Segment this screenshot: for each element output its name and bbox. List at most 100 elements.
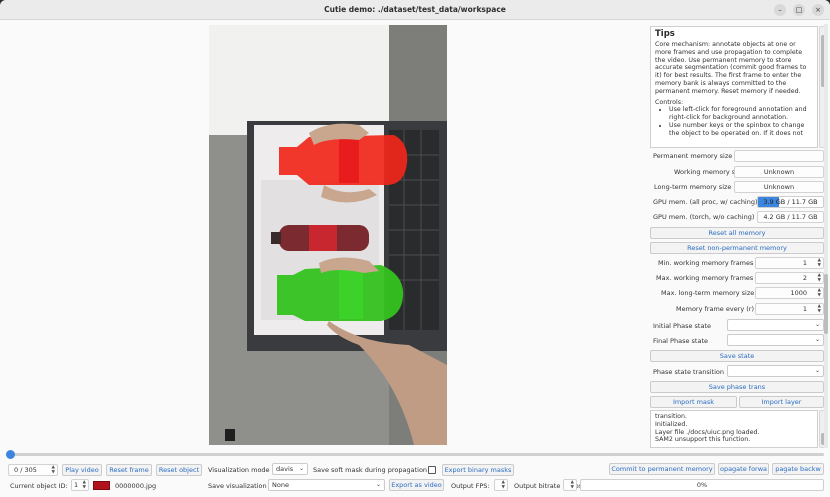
video-canvas[interactable] [209,25,447,445]
memory-every-label: Memory frame every (r) [676,305,755,313]
log-line: SAM2 unsupport this function. [655,436,751,444]
chevron-down-icon: ⌄ [375,481,381,488]
panel-scroll-thumb[interactable] [824,274,828,334]
log-line: transition. [655,413,688,420]
min-working-label: Min. working memory frames [658,259,754,267]
maximize-button[interactable]: □ [793,4,805,16]
reset-object-button[interactable]: Reset object [156,464,202,476]
gpu-all-progress: 3.9 GB / 11.7 GB [757,196,824,208]
reset-all-memory-button[interactable]: Reset all memory [650,227,824,239]
tips-controls-list: Use left-click for foreground annotation… [669,106,813,137]
phase-transition-label: Phase state transition [653,368,724,376]
console-log[interactable]: transition. Initialized. Layer file ./do… [650,410,818,448]
log-line: Initialized. [655,420,688,428]
tips-panel[interactable]: Tips Core mechanism: annotate objects at… [650,26,818,148]
visualization-mode-label: Visualization mode [208,466,270,474]
chevron-down-icon: ⌄ [814,321,820,328]
output-fps-spinbox[interactable]: ▲ ▼ [494,479,508,491]
initial-phase-label: Initial Phase state [653,322,711,330]
max-working-spinbox[interactable]: 2 ▲ ▼ [755,272,824,284]
commit-permanent-memory-button[interactable]: Commit to permanent memory [609,463,715,475]
play-video-button[interactable]: Play video [62,464,102,476]
close-button[interactable]: × [812,4,824,16]
initial-phase-select[interactable]: ⌄ [727,319,824,331]
tips-controls-label: Controls: [655,98,684,106]
tips-control-item: Use left-click for foreground annotation… [669,106,813,122]
object-color-swatch [93,481,110,490]
max-working-label: Max. working memory frames [656,274,754,282]
export-progress-bar: 0% [580,479,824,491]
reset-frame-button[interactable]: Reset frame [106,464,152,476]
chevron-down-icon: ⌄ [298,465,304,472]
reset-nonpermanent-memory-button[interactable]: Reset non-permanent memory [650,242,824,254]
min-working-value: 1 [802,259,807,267]
frame-counter: 0 / 305 [14,466,37,474]
panel-scrollbar[interactable] [824,24,828,448]
visualization-mode-value: davis [276,465,294,473]
window-controls: – □ × [774,4,824,16]
save-soft-mask-checkbox[interactable] [428,466,436,474]
tips-control-item: Use number keys or the spinbox to change… [669,122,813,138]
permanent-memory-value [734,150,824,162]
video-frame-image [209,25,447,445]
final-phase-select[interactable]: ⌄ [727,334,824,346]
gpu-all-value: 3.9 GB / 11.7 GB [763,198,818,206]
import-layer-button[interactable]: Import layer [739,396,824,408]
export-binary-masks-button[interactable]: Export binary masks [442,464,514,476]
export-video-button[interactable]: Export as video [389,479,444,491]
min-working-spinbox[interactable]: 1 ▲ ▼ [755,257,824,269]
gpu-torch-label: GPU mem. (torch, w/o caching) [653,213,755,221]
gpu-all-label: GPU mem. (all proc, w/ caching) [653,198,758,206]
timeline-slider-handle[interactable] [6,450,15,459]
window-title: Cutie demo: ./dataset/test_data/workspac… [324,5,506,14]
title-bar: Cutie demo: ./dataset/test_data/workspac… [0,0,830,20]
longterm-memory-value: Unknown [734,181,824,193]
max-longterm-value: 1000 [790,289,807,297]
memory-every-spinbox[interactable]: 1 ▲ ▼ [755,303,824,315]
chevron-down-icon: ⌄ [814,367,820,374]
current-object-label: Current object ID: [10,482,68,490]
output-fps-label: Output FPS: [451,482,490,490]
memory-every-value: 1 [802,305,807,313]
spin-arrows-icon[interactable]: ▲ ▼ [571,480,574,490]
propagate-backward-button[interactable]: pagate backw [772,463,824,475]
spin-arrows-icon[interactable]: ▲ ▼ [818,304,821,314]
longterm-memory-label: Long-term memory size [654,183,732,191]
save-state-button[interactable]: Save state [650,350,824,362]
timeline-slider[interactable] [8,453,824,456]
current-object-value: 1 [74,481,79,489]
output-bitrate-spinbox[interactable]: ▲ ▼ [563,479,577,491]
save-soft-mask-label: Save soft mask during propagation [313,466,428,474]
permanent-memory-label: Permanent memory size [653,152,733,160]
save-phase-trans-button[interactable]: Save phase trans [650,381,824,393]
save-visualization-label: Save visualization [208,482,267,490]
spin-arrows-icon[interactable]: ▲ ▼ [818,288,821,298]
working-memory-value: Unknown [734,166,824,178]
import-mask-button[interactable]: Import mask [650,396,737,408]
tips-paragraph: Core mechanism: annotate objects at one … [655,41,807,95]
gpu-torch-value: 4.2 GB / 11.7 GB [757,211,824,223]
frame-counter-spinbox[interactable]: 0 / 305 ▲ ▼ [8,464,58,476]
spin-arrows-icon[interactable]: ▲ ▼ [52,465,55,475]
spin-arrows-icon[interactable]: ▲ ▼ [818,273,821,283]
save-visualization-select[interactable]: None ⌄ [268,479,385,491]
app-window: Cutie demo: ./dataset/test_data/workspac… [0,0,830,497]
max-longterm-spinbox[interactable]: 1000 ▲ ▼ [755,287,824,299]
log-line: Layer file ./docs/uiuc.png loaded. [655,428,760,436]
visualization-mode-select[interactable]: davis ⌄ [272,463,308,475]
save-visualization-value: None [272,481,289,489]
spin-arrows-icon[interactable]: ▲ ▼ [502,480,505,490]
final-phase-label: Final Phase state [653,337,708,345]
tips-heading: Tips [655,29,675,39]
spin-arrows-icon[interactable]: ▲ ▼ [83,480,86,490]
chevron-down-icon: ⌄ [814,336,820,343]
export-progress-text: 0% [696,481,708,489]
minimize-button[interactable]: – [774,4,786,16]
propagate-forward-button[interactable]: opagate forwa [718,463,769,475]
max-longterm-label: Max. long-term memory size [661,289,755,297]
spin-arrows-icon[interactable]: ▲ ▼ [818,258,821,268]
max-working-value: 2 [802,274,807,282]
current-object-spinbox[interactable]: 1 ▲ ▼ [71,479,89,491]
phase-transition-select[interactable]: ⌄ [727,365,824,377]
frame-name: 0000000.jpg [115,482,157,490]
